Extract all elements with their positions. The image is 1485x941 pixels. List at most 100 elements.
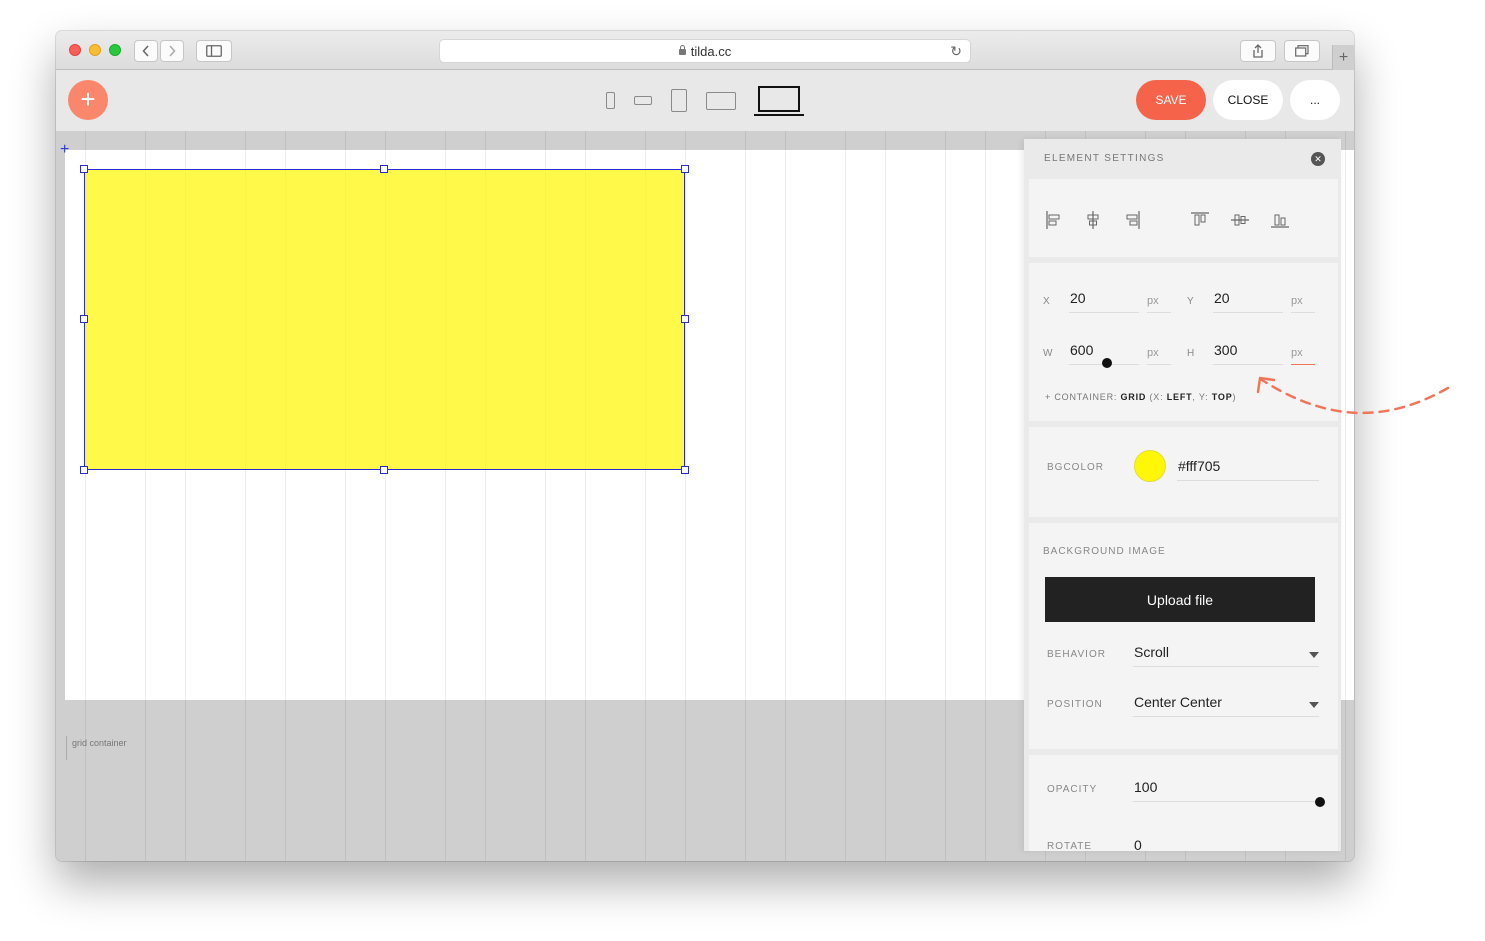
grid-column-line	[1345, 131, 1346, 861]
add-element-button[interactable]: +	[68, 80, 108, 120]
align-right-icon[interactable]	[1121, 209, 1143, 231]
bgcolor-input[interactable]: #fff705	[1178, 458, 1220, 474]
align-bottom-icon[interactable]	[1269, 209, 1291, 231]
alignment-section	[1029, 179, 1338, 257]
container-note[interactable]: + CONTAINER: GRID (X: LEFT, Y: TOP)	[1045, 392, 1236, 402]
bgcolor-section: BGCOLOR #fff705	[1029, 427, 1338, 517]
bgcolor-swatch[interactable]	[1134, 450, 1166, 482]
rotate-input[interactable]: 0	[1134, 837, 1142, 851]
element-settings-panel: ELEMENT SETTINGS ✕ X 20 px Y 20 px W 600…	[1024, 139, 1341, 851]
background-image-title: BACKGROUND IMAGE	[1043, 546, 1166, 557]
selection-frame	[84, 169, 685, 470]
close-button[interactable]: CLOSE	[1213, 80, 1283, 120]
panel-title: ELEMENT SETTINGS	[1044, 153, 1165, 164]
w-input[interactable]: 600	[1070, 342, 1093, 358]
browser-titlebar: tilda.cc ↻ +	[56, 31, 1354, 70]
resize-handle-top-left[interactable]	[80, 165, 88, 173]
bgcolor-label: BGCOLOR	[1047, 462, 1105, 473]
background-image-section: BACKGROUND IMAGE Upload file BEHAVIOR Sc…	[1029, 523, 1338, 749]
resize-handle-bottom-left[interactable]	[80, 466, 88, 474]
h-input[interactable]: 300	[1214, 342, 1237, 358]
container-mid: , Y:	[1192, 392, 1212, 402]
annotation-arrow-icon	[1256, 376, 1450, 415]
align-top-icon[interactable]	[1189, 209, 1211, 231]
opacity-input[interactable]: 100	[1134, 779, 1157, 795]
x-input-underline	[1069, 312, 1139, 313]
h-unit-underline	[1291, 364, 1315, 365]
tablet-portrait-icon[interactable]	[671, 89, 687, 112]
resize-handle-left[interactable]	[80, 315, 88, 323]
align-middle-icon[interactable]	[1229, 209, 1251, 231]
y-label: Y	[1187, 296, 1195, 307]
chevron-left-icon	[142, 45, 149, 57]
panel-close-icon[interactable]: ✕	[1311, 152, 1325, 166]
y-input[interactable]: 20	[1214, 290, 1230, 306]
y-input-underline	[1213, 312, 1283, 313]
x-unit: px	[1147, 295, 1159, 307]
url-text: tilda.cc	[690, 43, 732, 59]
phone-portrait-icon[interactable]	[606, 92, 615, 109]
lock-icon	[678, 45, 686, 55]
tabs-icon	[1295, 45, 1309, 57]
browser-window: tilda.cc ↻ + + SAVE CLOSE ... + grid con…	[56, 31, 1354, 861]
window-close-icon[interactable]	[69, 44, 81, 56]
align-left-icon[interactable]	[1043, 209, 1065, 231]
reload-icon[interactable]: ↻	[950, 43, 962, 60]
grid-column-line	[945, 131, 946, 861]
origin-plus-icon: +	[60, 141, 70, 158]
bgcolor-underline	[1177, 480, 1319, 481]
behavior-chevron-down-icon[interactable]	[1309, 652, 1319, 658]
share-button[interactable]	[1240, 40, 1276, 62]
w-unit-underline	[1147, 364, 1171, 365]
position-select[interactable]: Center Center	[1134, 694, 1222, 710]
behavior-select[interactable]: Scroll	[1134, 644, 1169, 660]
w-unit: px	[1147, 347, 1159, 359]
save-button[interactable]: SAVE	[1136, 80, 1206, 120]
container-prefix: + CONTAINER:	[1045, 392, 1121, 402]
window-zoom-icon[interactable]	[109, 44, 121, 56]
tablet-landscape-icon[interactable]	[706, 92, 736, 110]
laptop-icon[interactable]	[754, 84, 804, 116]
back-button[interactable]	[134, 40, 158, 62]
grid-column-line	[785, 131, 786, 861]
new-tab-button[interactable]: +	[1332, 45, 1354, 70]
resize-handle-bottom-right[interactable]	[681, 466, 689, 474]
position-chevron-down-icon[interactable]	[1309, 702, 1319, 708]
grid-column-line	[985, 131, 986, 861]
resize-handle-right[interactable]	[681, 315, 689, 323]
grid-column-line	[685, 131, 686, 861]
w-drag-handle[interactable]	[1102, 358, 1112, 368]
container-x: LEFT	[1166, 392, 1193, 402]
grid-column-line	[845, 131, 846, 861]
resize-handle-top-right[interactable]	[681, 165, 689, 173]
upload-file-button[interactable]: Upload file	[1045, 577, 1315, 622]
h-unit[interactable]: px	[1291, 347, 1303, 359]
position-underline	[1133, 716, 1319, 717]
rotate-label: ROTATE	[1047, 841, 1093, 851]
sidebar-toggle-button[interactable]	[196, 40, 232, 62]
container-y: TOP	[1211, 392, 1233, 402]
more-button[interactable]: ...	[1290, 80, 1340, 120]
opacity-slider-track[interactable]	[1133, 801, 1319, 802]
opacity-slider-handle[interactable]	[1315, 797, 1325, 807]
opacity-rotate-section: OPACITY 100 ROTATE 0	[1029, 755, 1338, 851]
editor-canvas[interactable]: + grid container ELEMENT SETTINGS ✕ X 20…	[56, 131, 1354, 861]
window-minimize-icon[interactable]	[89, 44, 101, 56]
position-label: POSITION	[1047, 699, 1103, 710]
resize-handle-top[interactable]	[380, 165, 388, 173]
x-unit-underline	[1147, 312, 1171, 313]
editor-toolbar: + SAVE CLOSE ...	[56, 70, 1354, 131]
y-unit: px	[1291, 295, 1303, 307]
h-label: H	[1187, 348, 1196, 359]
grid-column-line	[745, 131, 746, 861]
address-bar[interactable]: tilda.cc ↻	[439, 39, 971, 63]
forward-button[interactable]	[160, 40, 184, 62]
align-center-horizontal-icon[interactable]	[1082, 209, 1104, 231]
resize-handle-bottom[interactable]	[380, 466, 388, 474]
phone-landscape-icon[interactable]	[634, 96, 652, 105]
x-input[interactable]: 20	[1070, 290, 1086, 306]
share-icon	[1253, 44, 1263, 58]
tabs-overview-button[interactable]	[1284, 40, 1320, 62]
grid-container-label: grid container	[66, 736, 127, 760]
behavior-underline	[1133, 666, 1319, 667]
